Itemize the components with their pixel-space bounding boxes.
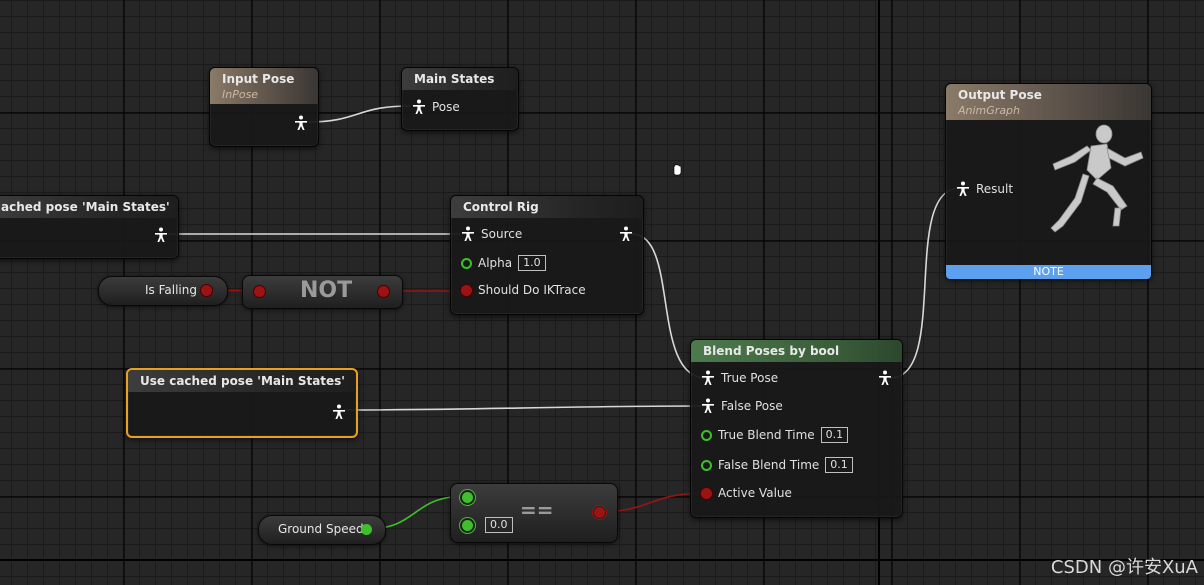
ground-speed-label: Ground Speed: [278, 522, 364, 536]
blend-true-time-input[interactable]: 0.1: [820, 427, 849, 443]
control-rig-alpha-pin[interactable]: Alpha 1.0: [461, 255, 546, 271]
cached-pose-node-2[interactable]: Use cached pose 'Main States': [126, 368, 358, 438]
blend-output-pin[interactable]: [878, 370, 892, 386]
blend-false-time-label: False Blend Time: [718, 458, 820, 472]
blend-true-pose-label: True Pose: [721, 371, 779, 385]
cached-pose-header-2: Use cached pose 'Main States': [128, 370, 356, 392]
control-rig-alpha-input[interactable]: 1.0: [518, 255, 546, 271]
equals-node[interactable]: 0.0 ==: [450, 483, 618, 543]
control-rig-source-pin[interactable]: Source: [461, 226, 522, 242]
float-pin-icon: [461, 257, 472, 269]
input-pose-output-pin[interactable]: [294, 115, 308, 131]
output-pose-title: Output Pose: [958, 88, 1042, 102]
input-pose-title: Input Pose: [222, 72, 295, 86]
bool-pin-icon: [461, 284, 472, 296]
input-pose-subtitle: InPose: [222, 88, 259, 101]
blend-true-time-pin[interactable]: True Blend Time 0.1: [701, 427, 849, 443]
not-node[interactable]: NOT: [242, 275, 403, 309]
hand-cursor-icon: [673, 164, 682, 176]
pose-pin-icon: [333, 404, 345, 419]
wire-cached2-to-falsepose: [343, 405, 707, 411]
anim-graph-canvas[interactable]: Input Pose InPose Main States Pose Outpu…: [0, 0, 1204, 585]
blend-poses-node[interactable]: Blend Poses by bool True Pose False Pose…: [690, 339, 903, 518]
blend-false-pose-pin[interactable]: False Pose: [701, 398, 783, 414]
wire-inpose-to-mainstates: [306, 105, 411, 123]
control-rig-ik-label: Should Do IKTrace: [478, 283, 586, 297]
blend-active-value-pin[interactable]: Active Value: [701, 486, 792, 500]
output-pose-header: Output Pose AnimGraph: [946, 84, 1151, 120]
pose-pin-icon: [155, 227, 167, 242]
input-pose-header: Input Pose InPose: [210, 68, 318, 104]
equals-input-pin-b[interactable]: [462, 520, 473, 531]
output-pose-node[interactable]: Output Pose AnimGraph Result NOTE: [945, 83, 1152, 279]
output-pose-subtitle: AnimGraph: [958, 104, 1021, 117]
cached-pose-title-2: Use cached pose 'Main States': [140, 374, 345, 388]
cached-pose-header-1: ached pose 'Main States': [0, 196, 178, 218]
cached-pose-output-pin-2[interactable]: [332, 404, 346, 420]
blend-poses-header: Blend Poses by bool: [691, 340, 902, 362]
note-bar[interactable]: NOTE: [946, 265, 1151, 279]
main-states-header: Main States: [402, 68, 518, 90]
float-pin-icon: [701, 459, 712, 471]
main-states-node[interactable]: Main States Pose: [401, 67, 519, 131]
pose-pin-icon: [702, 398, 714, 413]
is-falling-output-pin[interactable]: [201, 285, 212, 296]
blend-active-value-label: Active Value: [718, 486, 792, 500]
ground-speed-output-pin[interactable]: [361, 524, 372, 535]
pose-pin-icon: [702, 370, 714, 385]
equals-label: ==: [520, 498, 554, 522]
equals-output-pin[interactable]: [594, 507, 605, 518]
cached-pose-title-1: ached pose 'Main States': [1, 200, 170, 214]
pose-pin-icon: [879, 370, 891, 385]
control-rig-title: Control Rig: [463, 200, 539, 214]
pose-pin-icon: [620, 226, 632, 241]
pose-pin-icon: [413, 99, 425, 114]
control-rig-source-label: Source: [481, 227, 523, 241]
blend-true-pose-pin[interactable]: True Pose: [701, 370, 778, 386]
control-rig-node[interactable]: Control Rig Source Alpha 1.0 Should Do I…: [450, 195, 644, 315]
cached-pose-output-pin-1[interactable]: [154, 227, 168, 243]
control-rig-ik-pin[interactable]: Should Do IKTrace: [461, 283, 586, 297]
equals-value-input[interactable]: 0.0: [485, 517, 513, 533]
blend-poses-title: Blend Poses by bool: [703, 344, 840, 358]
ground-speed-node[interactable]: Ground Speed: [258, 515, 386, 545]
is-falling-label: Is Falling: [145, 283, 197, 297]
not-label: NOT: [300, 278, 353, 303]
output-pose-result-pin[interactable]: Result: [956, 181, 1013, 197]
control-rig-output-pin[interactable]: [619, 226, 633, 242]
watermark-text: CSDN @许安XuA: [1050, 557, 1198, 578]
not-output-pin[interactable]: [378, 286, 389, 297]
main-states-pose-label: Pose: [432, 100, 460, 114]
blend-false-pose-label: False Pose: [721, 399, 783, 413]
input-pose-node[interactable]: Input Pose InPose: [209, 67, 319, 147]
is-falling-node[interactable]: Is Falling: [98, 276, 228, 306]
float-pin-icon: [701, 429, 712, 441]
equals-input-pin-a[interactable]: [462, 492, 473, 503]
control-rig-alpha-label: Alpha: [478, 256, 513, 270]
blend-false-time-input[interactable]: 0.1: [825, 457, 853, 473]
output-pose-result-label: Result: [976, 182, 1014, 196]
blend-false-time-pin[interactable]: False Blend Time 0.1: [701, 457, 853, 473]
pose-pin-icon: [957, 181, 969, 196]
main-states-title: Main States: [414, 72, 495, 86]
not-input-pin[interactable]: [254, 286, 265, 297]
running-mannequin-icon: [1050, 124, 1144, 233]
bool-pin-icon: [701, 487, 712, 499]
pose-pin-icon: [462, 226, 474, 241]
pose-pin-icon: [295, 115, 307, 130]
blend-true-time-label: True Blend Time: [718, 428, 815, 442]
control-rig-header: Control Rig: [451, 196, 643, 218]
cached-pose-node-1[interactable]: ached pose 'Main States': [0, 195, 179, 259]
main-states-pose-pin[interactable]: Pose: [412, 99, 460, 115]
